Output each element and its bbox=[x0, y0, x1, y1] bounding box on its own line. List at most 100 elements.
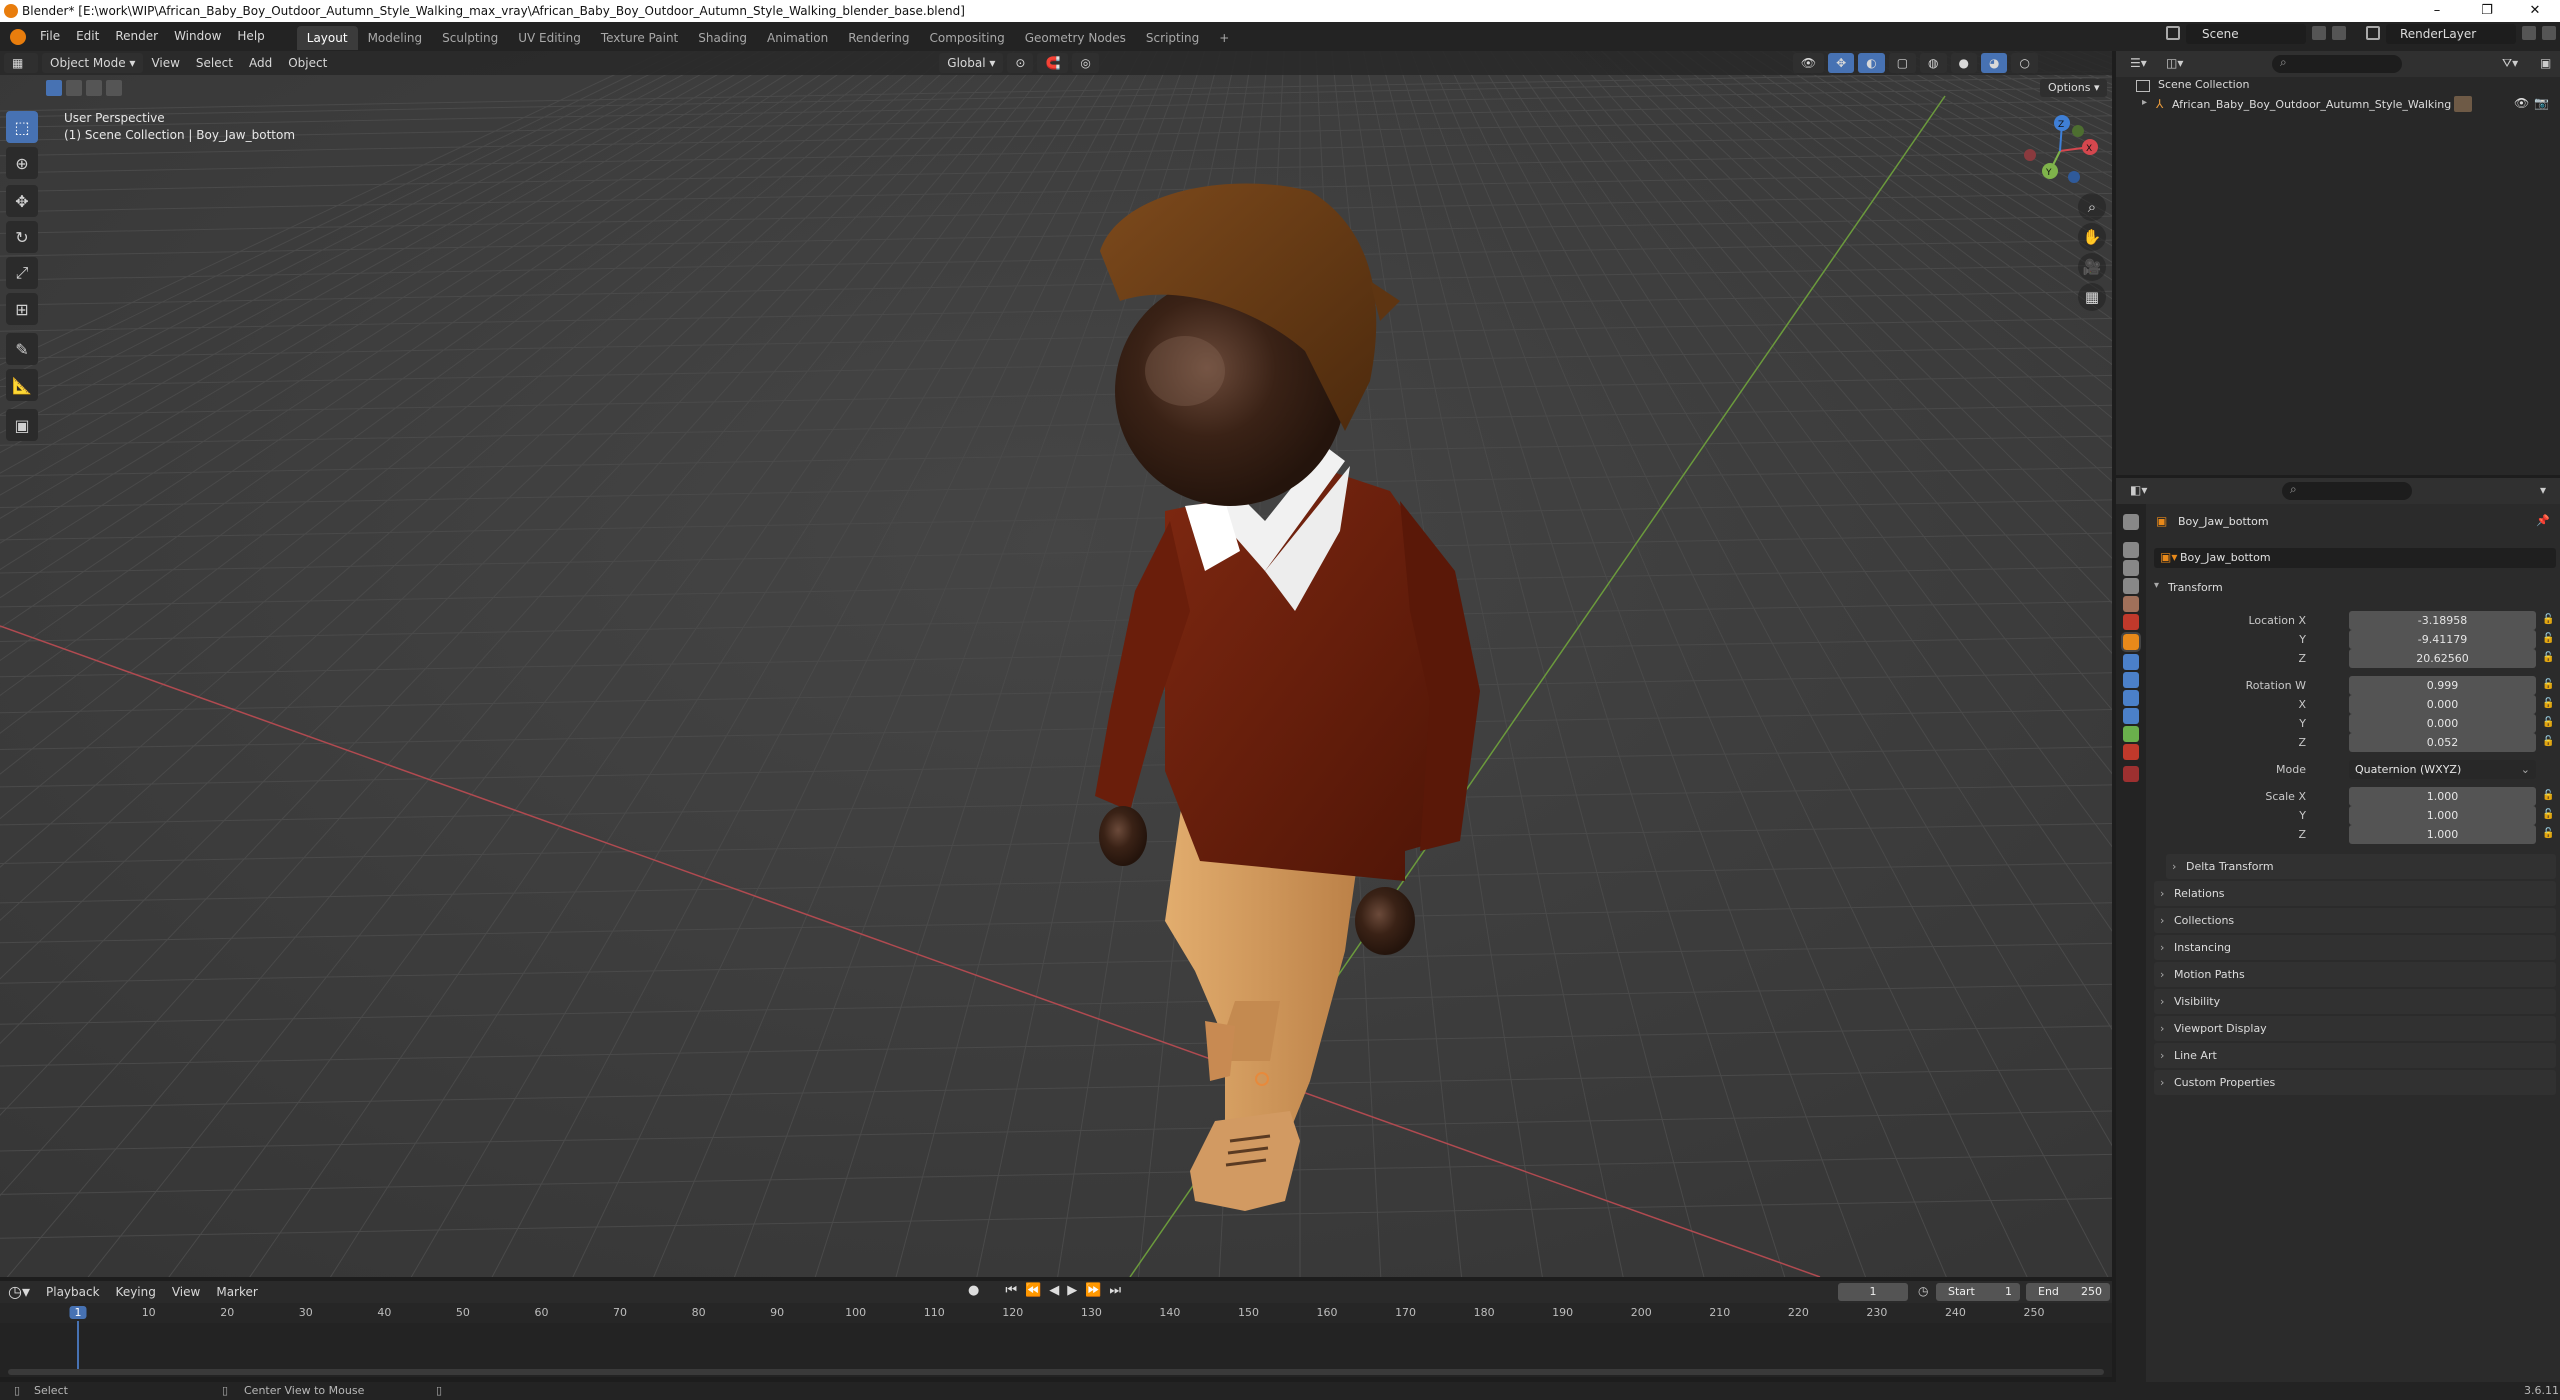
rotate-tool-icon[interactable]: ↻ bbox=[6, 221, 38, 253]
tab-layout[interactable]: Layout bbox=[296, 26, 358, 50]
scale-tool-icon[interactable]: ⤢ bbox=[6, 257, 38, 289]
timeline-menu-playback[interactable]: Playback bbox=[38, 1280, 108, 1304]
transform-orientation-selector[interactable]: Global ▾ bbox=[939, 53, 1004, 73]
display-mode-icon[interactable]: ◫▾ bbox=[2166, 56, 2188, 72]
new-collection-icon[interactable]: ▣ bbox=[2540, 56, 2551, 70]
location-z-field[interactable]: 20.62560 bbox=[2349, 649, 2536, 668]
location-x-field[interactable]: -3.18958 bbox=[2349, 611, 2536, 630]
lock-icon[interactable]: 🔓 bbox=[2542, 614, 2554, 626]
select-intersect-icon[interactable] bbox=[106, 80, 122, 96]
close-button[interactable]: ✕ bbox=[2512, 0, 2558, 22]
viewport-menu-add[interactable]: Add bbox=[241, 51, 280, 75]
mode-selector[interactable]: Object Mode ▾ bbox=[42, 53, 144, 73]
tab-shading[interactable]: Shading bbox=[688, 26, 757, 50]
rotation-w-field[interactable]: 0.999 bbox=[2349, 676, 2536, 695]
view-layer-selector[interactable]: RenderLayer bbox=[2386, 24, 2516, 44]
lock-icon[interactable]: 🔓 bbox=[2542, 698, 2554, 710]
playhead[interactable] bbox=[77, 1321, 79, 1373]
lock-icon[interactable]: 🔓 bbox=[2542, 809, 2554, 821]
custom-properties-panel[interactable]: › Custom Properties bbox=[2154, 1070, 2556, 1095]
select-new-icon[interactable] bbox=[46, 80, 62, 96]
current-frame-field[interactable]: 1 bbox=[1838, 1283, 1908, 1301]
rotation-x-field[interactable]: 0.000 bbox=[2349, 695, 2536, 714]
motion-paths-panel[interactable]: › Motion Paths bbox=[2154, 962, 2556, 987]
play-icon[interactable]: ▶ bbox=[1067, 1283, 1077, 1298]
menu-help[interactable]: Help bbox=[229, 22, 272, 51]
timeline-editor-icon[interactable]: ◷▾ bbox=[0, 1280, 38, 1304]
properties-options-icon[interactable]: ▾ bbox=[2540, 483, 2546, 497]
modifier-tab-icon[interactable] bbox=[2123, 654, 2139, 670]
cursor-tool-icon[interactable]: ⊕ bbox=[6, 147, 38, 179]
add-cube-tool-icon[interactable]: ▣ bbox=[6, 409, 38, 441]
select-extend-icon[interactable] bbox=[66, 80, 82, 96]
end-frame-field[interactable]: End 250 bbox=[2026, 1283, 2110, 1301]
timeline-menu-view[interactable]: View bbox=[164, 1280, 208, 1304]
menu-render[interactable]: Render bbox=[107, 22, 166, 51]
line-art-panel[interactable]: › Line Art bbox=[2154, 1043, 2556, 1068]
rotation-mode-dropdown[interactable]: Quaternion (WXYZ) ⌄ bbox=[2349, 760, 2536, 779]
viewport-menu-view[interactable]: View bbox=[143, 51, 187, 75]
start-frame-field[interactable]: Start 1 bbox=[1936, 1283, 2020, 1301]
timeline-menu-keying[interactable]: Keying bbox=[108, 1280, 164, 1304]
lock-icon[interactable]: 🔓 bbox=[2542, 736, 2554, 748]
filter-icon[interactable]: ⛛▾ bbox=[2502, 56, 2518, 71]
collections-panel[interactable]: › Collections bbox=[2154, 908, 2556, 933]
select-box-tool-icon[interactable]: ⬚ bbox=[6, 111, 38, 143]
overlays-toggle-icon[interactable]: ◐ bbox=[1858, 53, 1885, 73]
selection-mode-buttons[interactable] bbox=[46, 80, 136, 96]
visibility-icon[interactable]: 👁 bbox=[1792, 53, 1825, 73]
lock-icon[interactable]: 🔓 bbox=[2542, 717, 2554, 729]
outliner-search-input[interactable]: ⌕ bbox=[2272, 55, 2402, 73]
pin-icon[interactable]: 📌 bbox=[2536, 514, 2550, 527]
constraints-tab-icon[interactable] bbox=[2123, 708, 2139, 724]
viewport-display-panel[interactable]: › Viewport Display bbox=[2154, 1016, 2556, 1041]
object-name-field[interactable]: ▣▾ Boy_Jaw_bottom bbox=[2154, 548, 2556, 568]
object-data-tab-icon[interactable] bbox=[2123, 726, 2139, 742]
world-tab-icon[interactable] bbox=[2123, 614, 2139, 630]
move-tool-icon[interactable]: ✥ bbox=[6, 185, 38, 217]
pivot-icon[interactable]: ⊙ bbox=[1007, 53, 1034, 73]
delete-scene-icon[interactable] bbox=[2332, 26, 2346, 40]
relations-panel[interactable]: › Relations bbox=[2154, 881, 2556, 906]
tab-texture-paint[interactable]: Texture Paint bbox=[591, 26, 688, 50]
solid-shading-icon[interactable]: ● bbox=[1950, 53, 1977, 73]
tab-sculpting[interactable]: Sculpting bbox=[432, 26, 508, 50]
jump-start-icon[interactable]: ⏮ bbox=[1005, 1283, 1017, 1298]
location-y-field[interactable]: -9.41179 bbox=[2349, 630, 2536, 649]
select-subtract-icon[interactable] bbox=[86, 80, 102, 96]
viewport-menu-object[interactable]: Object bbox=[280, 51, 335, 75]
tool-tab-icon[interactable] bbox=[2123, 514, 2139, 530]
scale-x-field[interactable]: 1.000 bbox=[2349, 787, 2536, 806]
lock-icon[interactable]: 🔓 bbox=[2542, 790, 2554, 802]
view-layer-tab-icon[interactable] bbox=[2123, 578, 2139, 594]
physics-tab-icon[interactable] bbox=[2123, 690, 2139, 706]
timeline-scrollbar[interactable] bbox=[8, 1369, 2104, 1375]
viewport-menu-select[interactable]: Select bbox=[188, 51, 241, 75]
material-tab-icon[interactable] bbox=[2123, 744, 2139, 760]
tab-geometry-nodes[interactable]: Geometry Nodes bbox=[1015, 26, 1136, 50]
delete-view-layer-icon[interactable] bbox=[2542, 26, 2556, 40]
new-view-layer-icon[interactable] bbox=[2522, 26, 2536, 40]
scene-tab-icon[interactable] bbox=[2123, 596, 2139, 612]
clock-icon[interactable]: ◷ bbox=[1918, 1284, 1928, 1298]
menu-window[interactable]: Window bbox=[166, 22, 229, 51]
scale-z-field[interactable]: 1.000 bbox=[2349, 825, 2536, 844]
tab-animation[interactable]: Animation bbox=[757, 26, 838, 50]
menu-file[interactable]: File bbox=[32, 22, 68, 51]
jump-end-icon[interactable]: ⏭ bbox=[1109, 1283, 1121, 1298]
lock-icon[interactable]: 🔓 bbox=[2542, 828, 2554, 840]
lock-icon[interactable]: 🔓 bbox=[2542, 633, 2554, 645]
prev-keyframe-icon[interactable]: ⏪ bbox=[1025, 1283, 1041, 1298]
tab-compositing[interactable]: Compositing bbox=[919, 26, 1014, 50]
3d-viewport[interactable]: ▦ Object Mode ▾ View Select Add Object G… bbox=[0, 51, 2112, 1277]
ortho-grid-icon[interactable]: ▦ bbox=[2078, 283, 2106, 311]
lock-icon[interactable]: 🔓 bbox=[2542, 652, 2554, 664]
properties-search-input[interactable]: ⌕ bbox=[2282, 482, 2412, 500]
camera-view-icon[interactable]: 🎥 bbox=[2078, 253, 2106, 281]
tab-scripting[interactable]: Scripting bbox=[1136, 26, 1209, 50]
next-keyframe-icon[interactable]: ⏩ bbox=[1085, 1283, 1101, 1298]
outliner-item-armature[interactable]: African_Baby_Boy_Outdoor_Autumn_Style_Wa… bbox=[2172, 98, 2451, 111]
wireframe-shading-icon[interactable]: ◍ bbox=[1920, 53, 1947, 73]
properties-editor-icon[interactable]: ◧▾ bbox=[2130, 483, 2147, 497]
delta-transform-panel[interactable]: › Delta Transform bbox=[2166, 854, 2556, 879]
